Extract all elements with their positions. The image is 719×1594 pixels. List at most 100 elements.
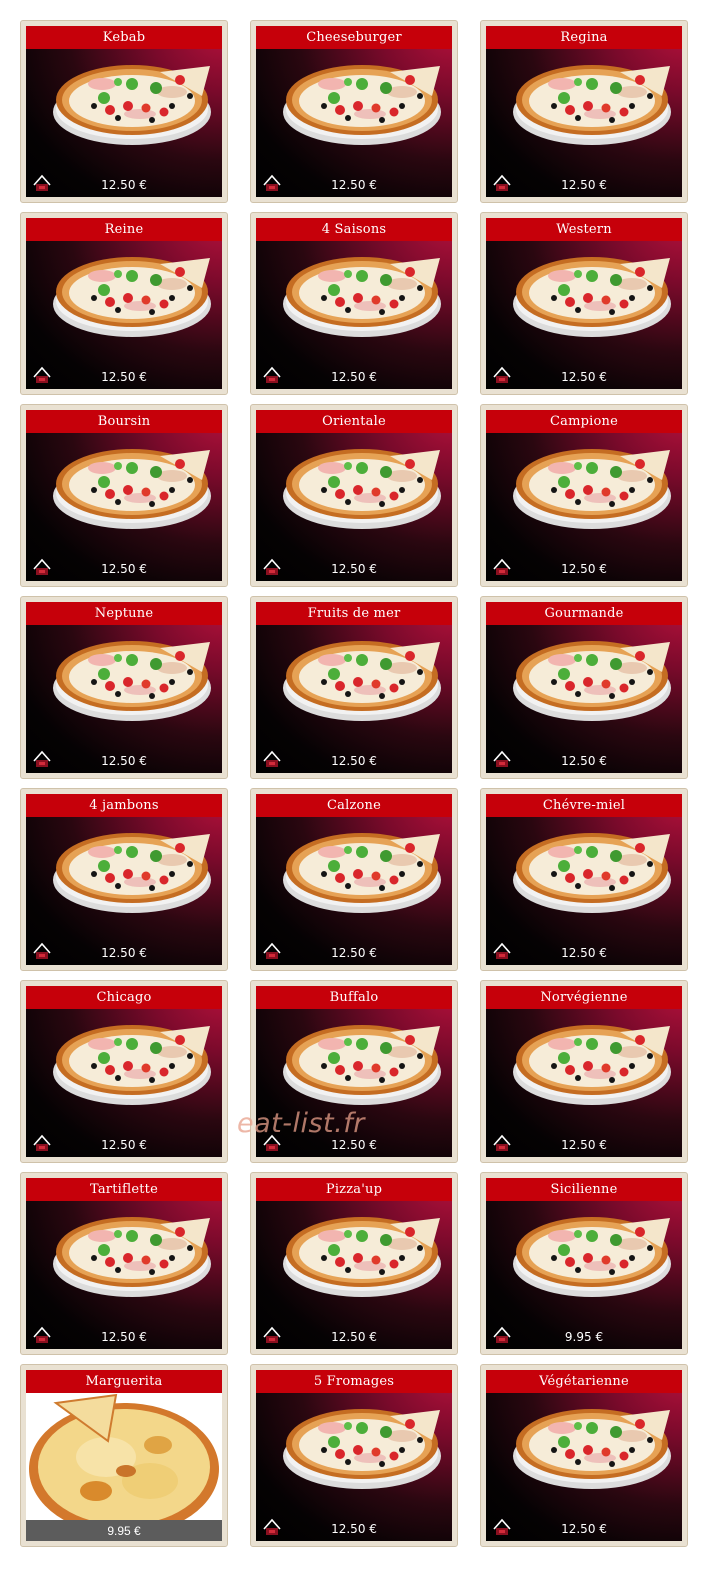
pizza-photo-icon bbox=[512, 54, 674, 148]
menu-item-panel: Végétarienne 12.50 € bbox=[486, 1370, 682, 1541]
menu-item-panel: 4 Saisons 12.50 € bbox=[256, 218, 452, 389]
menu-item-panel: Buffalo 12.50 € bbox=[256, 986, 452, 1157]
menu-item-title: Marguerita bbox=[26, 1370, 222, 1393]
menu-item-price: 12.50 € bbox=[101, 562, 147, 576]
menu-item-panel: Orientale 12.50 € bbox=[256, 410, 452, 581]
menu-item-title: Western bbox=[486, 218, 682, 241]
menu-item-gourmande[interactable]: Gourmande 12.50 € bbox=[480, 596, 688, 779]
menu-item-cheeseburger[interactable]: Cheeseburger 12.50 € bbox=[250, 20, 458, 203]
menu-item-title: Sicilienne bbox=[486, 1178, 682, 1201]
menu-item-norvegienne[interactable]: Norvégienne 12.50 € bbox=[480, 980, 688, 1163]
menu-item-price: 12.50 € bbox=[331, 370, 377, 384]
menu-item-regina[interactable]: Regina 12.50 € bbox=[480, 20, 688, 203]
menu-item-neptune[interactable]: Neptune 12.50 € bbox=[20, 596, 228, 779]
pizza-photo-icon bbox=[512, 1014, 674, 1108]
menu-item-sicilienne[interactable]: Sicilienne 9.95 € bbox=[480, 1172, 688, 1355]
pizza-photo-icon bbox=[512, 822, 674, 916]
menu-item-title: Norvégienne bbox=[486, 986, 682, 1009]
menu-item-calzone[interactable]: Calzone 12.50 € bbox=[250, 788, 458, 971]
menu-item-5-fromages[interactable]: 5 Fromages 12.50 € bbox=[250, 1364, 458, 1547]
menu-item-title: 5 Fromages bbox=[256, 1370, 452, 1393]
menu-item-title: Boursin bbox=[26, 410, 222, 433]
menu-item-orientale[interactable]: Orientale 12.50 € bbox=[250, 404, 458, 587]
menu-item-panel: Pizza'up 12.50 € bbox=[256, 1178, 452, 1349]
menu-item-price: 12.50 € bbox=[101, 1138, 147, 1152]
pizza-photo-icon bbox=[282, 246, 444, 340]
menu-item-price: 12.50 € bbox=[101, 1330, 147, 1344]
menu-item-panel: Fruits de mer 12.50 € bbox=[256, 602, 452, 773]
menu-item-title: Buffalo bbox=[256, 986, 452, 1009]
menu-item-chicago[interactable]: Chicago 12.50 € bbox=[20, 980, 228, 1163]
menu-item-price: 12.50 € bbox=[331, 946, 377, 960]
pizza-photo-icon bbox=[52, 1014, 214, 1108]
menu-item-4-jambons[interactable]: 4 jambons 12.50 € bbox=[20, 788, 228, 971]
menu-item-price: 12.50 € bbox=[561, 1138, 607, 1152]
menu-item-title: Cheeseburger bbox=[256, 26, 452, 49]
menu-item-title: Fruits de mer bbox=[256, 602, 452, 625]
menu-item-title: Campione bbox=[486, 410, 682, 433]
menu-item-marguerita[interactable]: 9.95 € Marguerita bbox=[20, 1364, 228, 1547]
menu-item-title: Tartiflette bbox=[26, 1178, 222, 1201]
menu-item-panel: 4 jambons 12.50 € bbox=[26, 794, 222, 965]
menu-item-panel: Sicilienne 9.95 € bbox=[486, 1178, 682, 1349]
menu-item-4-saisons[interactable]: 4 Saisons 12.50 € bbox=[250, 212, 458, 395]
menu-item-campione[interactable]: Campione 12.50 € bbox=[480, 404, 688, 587]
pizza-photo-icon bbox=[282, 1206, 444, 1300]
pizza-photo-icon bbox=[512, 630, 674, 724]
menu-item-price: 12.50 € bbox=[101, 178, 147, 192]
pizza-photo-icon bbox=[26, 1393, 222, 1538]
menu-item-price: 12.50 € bbox=[101, 946, 147, 960]
pizza-photo-icon bbox=[512, 1398, 674, 1492]
menu-item-panel: Reine 12.50 € bbox=[26, 218, 222, 389]
menu-item-title: Pizza'up bbox=[256, 1178, 452, 1201]
menu-item-western[interactable]: Western 12.50 € bbox=[480, 212, 688, 395]
menu-item-boursin[interactable]: Boursin 12.50 € bbox=[20, 404, 228, 587]
menu-item-title: 4 Saisons bbox=[256, 218, 452, 241]
pizza-photo-icon bbox=[282, 1014, 444, 1108]
pizza-photo-icon bbox=[282, 630, 444, 724]
pizza-photo-icon bbox=[512, 246, 674, 340]
menu-item-panel: Chévre-miel 12.50 € bbox=[486, 794, 682, 965]
pizza-photo-icon bbox=[282, 54, 444, 148]
menu-item-panel: Norvégienne 12.50 € bbox=[486, 986, 682, 1157]
menu-item-panel: Neptune 12.50 € bbox=[26, 602, 222, 773]
menu-item-panel: Calzone 12.50 € bbox=[256, 794, 452, 965]
menu-item-title: Neptune bbox=[26, 602, 222, 625]
menu-item-chevre-miel[interactable]: Chévre-miel 12.50 € bbox=[480, 788, 688, 971]
menu-item-price: 12.50 € bbox=[561, 754, 607, 768]
pizza-photo-icon bbox=[512, 1206, 674, 1300]
menu-item-fruits-de-mer[interactable]: Fruits de mer 12.50 € bbox=[250, 596, 458, 779]
menu-item-panel: 9.95 € Marguerita bbox=[26, 1370, 222, 1541]
menu-item-price: 12.50 € bbox=[101, 754, 147, 768]
pizza-photo-icon bbox=[282, 1398, 444, 1492]
pizza-photo-icon bbox=[52, 246, 214, 340]
menu-item-title: Chicago bbox=[26, 986, 222, 1009]
menu-item-price: 12.50 € bbox=[331, 178, 377, 192]
pizza-photo-icon bbox=[52, 822, 214, 916]
menu-item-vegetarienne[interactable]: Végétarienne 12.50 € bbox=[480, 1364, 688, 1547]
menu-item-panel: Chicago 12.50 € bbox=[26, 986, 222, 1157]
menu-item-panel: Campione 12.50 € bbox=[486, 410, 682, 581]
menu-item-panel: Western 12.50 € bbox=[486, 218, 682, 389]
menu-item-title: Kebab bbox=[26, 26, 222, 49]
menu-grid: Kebab 12.50 € Cheeseburger 12.50 € Regin… bbox=[20, 20, 688, 1547]
menu-item-price: 12.50 € bbox=[331, 754, 377, 768]
menu-item-buffalo[interactable]: Buffalo 12.50 € bbox=[250, 980, 458, 1163]
pizza-photo-icon bbox=[52, 630, 214, 724]
menu-item-title: Calzone bbox=[256, 794, 452, 817]
menu-item-price: 12.50 € bbox=[331, 1330, 377, 1344]
menu-item-title: Gourmande bbox=[486, 602, 682, 625]
menu-item-tartiflette[interactable]: Tartiflette 12.50 € bbox=[20, 1172, 228, 1355]
menu-item-reine[interactable]: Reine 12.50 € bbox=[20, 212, 228, 395]
menu-item-panel: Boursin 12.50 € bbox=[26, 410, 222, 581]
menu-item-price: 12.50 € bbox=[561, 1522, 607, 1536]
menu-item-panel: Kebab 12.50 € bbox=[26, 26, 222, 197]
menu-item-title: Orientale bbox=[256, 410, 452, 433]
menu-item-pizza-up[interactable]: Pizza'up 12.50 € bbox=[250, 1172, 458, 1355]
menu-item-kebab[interactable]: Kebab 12.50 € bbox=[20, 20, 228, 203]
menu-item-panel: Tartiflette 12.50 € bbox=[26, 1178, 222, 1349]
menu-item-panel: 5 Fromages 12.50 € bbox=[256, 1370, 452, 1541]
menu-item-panel: Regina 12.50 € bbox=[486, 26, 682, 197]
menu-item-title: Chévre-miel bbox=[486, 794, 682, 817]
pizza-photo-icon bbox=[512, 438, 674, 532]
